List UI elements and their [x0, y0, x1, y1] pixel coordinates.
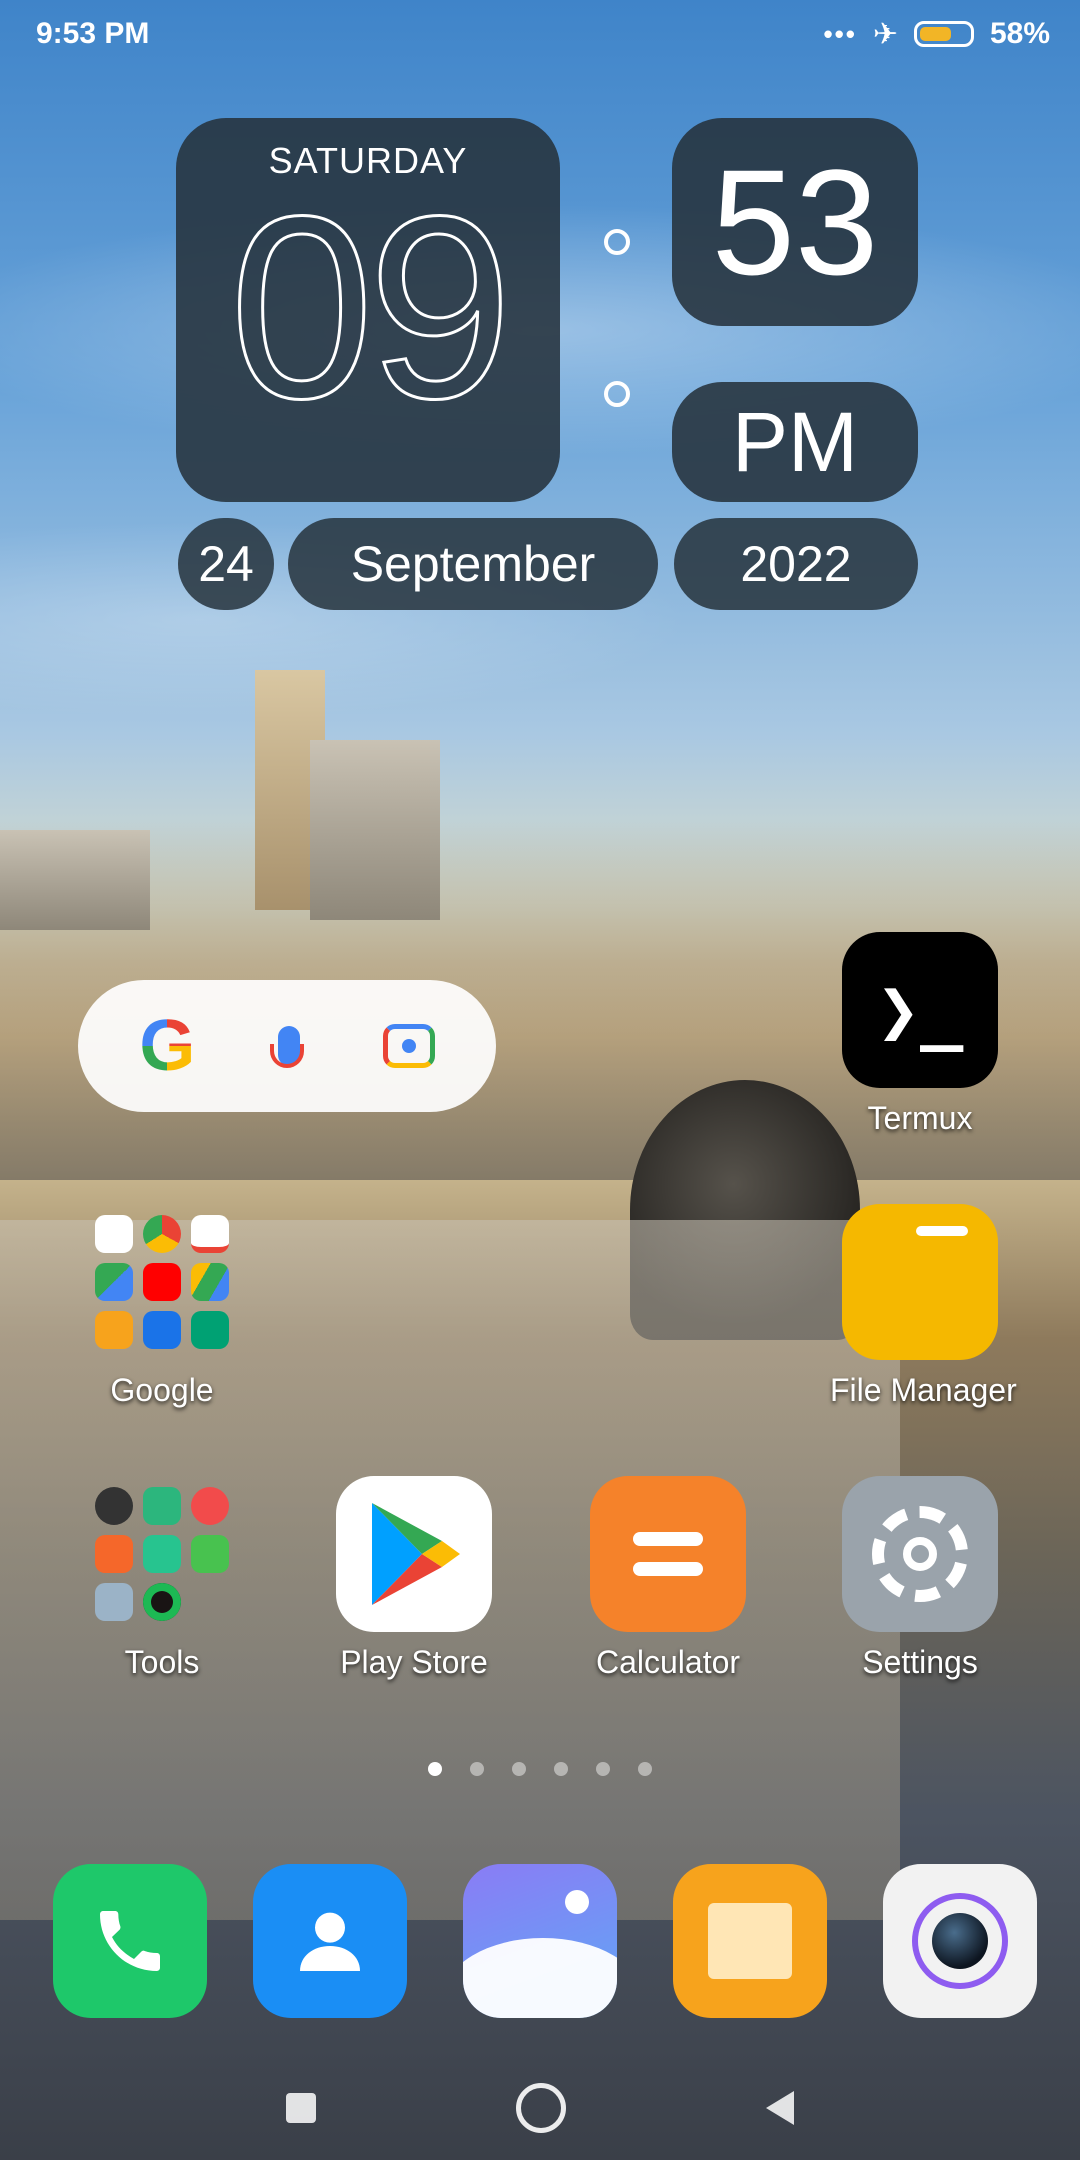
more-dots-icon: •••: [823, 18, 857, 49]
app-label: File Manager: [830, 1372, 1017, 1408]
page-dot-6[interactable]: [638, 1762, 652, 1776]
recorder-icon: [191, 1487, 229, 1525]
google-app-icon: [95, 1215, 133, 1253]
status-icons: ••• ✈ 58%: [824, 17, 1051, 52]
date-year-pill: 2022: [674, 518, 918, 610]
chat-bubble-icon: [708, 1903, 792, 1979]
app-file-manager[interactable]: File Manager: [830, 1204, 1017, 1409]
terminal-prompt-icon: ❯_: [876, 968, 964, 1052]
spotify-icon: [143, 1583, 181, 1621]
gmail-icon: [191, 1215, 229, 1253]
page-dot-2[interactable]: [470, 1762, 484, 1776]
play-games-icon: [95, 1311, 133, 1349]
app-play-store[interactable]: Play Store: [324, 1476, 504, 1681]
app-label: Settings: [862, 1644, 978, 1680]
google-search-bar[interactable]: G: [78, 980, 496, 1112]
google-g-icon[interactable]: G: [139, 1005, 195, 1087]
camera-icon: [883, 1864, 1037, 2018]
page-dot-5[interactable]: [596, 1762, 610, 1776]
page-indicator[interactable]: [0, 1762, 1080, 1776]
play-movies-icon: [191, 1311, 229, 1349]
page-dot-4[interactable]: [554, 1762, 568, 1776]
dock-camera[interactable]: [870, 1864, 1050, 2018]
maps-icon: [95, 1263, 133, 1301]
scanner-icon: [143, 1535, 181, 1573]
clock-ampm-card: PM: [672, 382, 918, 502]
dock-phone[interactable]: [40, 1864, 220, 2018]
play-triangle-icon: [372, 1503, 460, 1605]
podcast-icon: [143, 1487, 181, 1525]
clock-minute-card[interactable]: 53: [672, 118, 918, 326]
settings-gear-icon: [842, 1476, 998, 1632]
person-icon: [300, 1912, 360, 1971]
battery-icon: [913, 21, 974, 47]
folder-icon: [842, 1204, 998, 1360]
building-far-left: [0, 830, 150, 930]
clock-colon-dot-top: [604, 229, 630, 255]
building-left: [310, 740, 440, 920]
app-termux[interactable]: ❯_ Termux: [830, 932, 1010, 1137]
page-dot-3[interactable]: [512, 1762, 526, 1776]
folder-google[interactable]: Google: [72, 1204, 252, 1409]
calculator-icon: [590, 1476, 746, 1632]
play-store-icon: [336, 1476, 492, 1632]
meet-icon: [143, 1311, 181, 1349]
status-time: 9:53 PM: [36, 17, 150, 50]
recents-button[interactable]: [286, 2093, 316, 2123]
airplane-mode-icon: ✈: [872, 17, 898, 51]
gallery-icon: [463, 1864, 617, 2018]
contacts-icon: [253, 1864, 407, 2018]
google-lens-icon[interactable]: [382, 1024, 435, 1068]
navigation-bar: [0, 2056, 1080, 2160]
clock-colon-dot-bottom: [604, 381, 630, 407]
date-month-pill: September: [288, 518, 658, 610]
downloads-icon: [191, 1535, 229, 1573]
app-label: Calculator: [595, 1644, 741, 1680]
dock-messages[interactable]: [660, 1864, 840, 2018]
date-day-pill: 24: [178, 518, 274, 610]
dock-contacts[interactable]: [240, 1864, 420, 2018]
folder-tab: [916, 1226, 968, 1236]
home-button[interactable]: [516, 2083, 566, 2133]
app-label: Google: [110, 1372, 214, 1408]
status-bar: 9:53 PM ••• ✈ 58%: [0, 0, 1080, 68]
folder-tools[interactable]: Tools: [72, 1476, 252, 1681]
messages-icon: [673, 1864, 827, 2018]
google-folder-icon: [84, 1204, 240, 1360]
app-label: Play Store: [340, 1644, 488, 1680]
hill-icon: [463, 1938, 617, 2018]
clock-hour-card[interactable]: SATURDAY 09: [176, 118, 560, 502]
phone-icon: [53, 1864, 207, 2018]
clock-hour: 09: [228, 163, 514, 453]
gear-icon: [872, 1506, 968, 1602]
dock-gallery[interactable]: [450, 1864, 630, 2018]
screen-recorder-icon: [95, 1535, 133, 1573]
app-settings[interactable]: Settings: [830, 1476, 1010, 1681]
app-calculator[interactable]: Calculator: [578, 1476, 758, 1681]
youtube-icon: [143, 1263, 181, 1301]
equals-icon: [633, 1532, 703, 1576]
battery-percent: 58%: [989, 17, 1050, 50]
tools-folder-icon: [84, 1476, 240, 1632]
termux-icon: ❯_: [842, 932, 998, 1088]
page-dot-1[interactable]: [428, 1762, 442, 1776]
compass-icon: [95, 1487, 133, 1525]
sun-icon: [565, 1890, 589, 1914]
back-button[interactable]: [766, 2091, 794, 2125]
app-label: Tools: [124, 1644, 200, 1680]
voice-search-mic-icon[interactable]: [270, 1026, 304, 1068]
handset-icon: [100, 1911, 160, 1971]
drive-icon: [191, 1263, 229, 1301]
feather-icon: [95, 1583, 133, 1621]
chrome-icon: [143, 1215, 181, 1253]
lens-icon: [912, 1893, 1008, 1989]
app-label: Termux: [867, 1100, 973, 1136]
